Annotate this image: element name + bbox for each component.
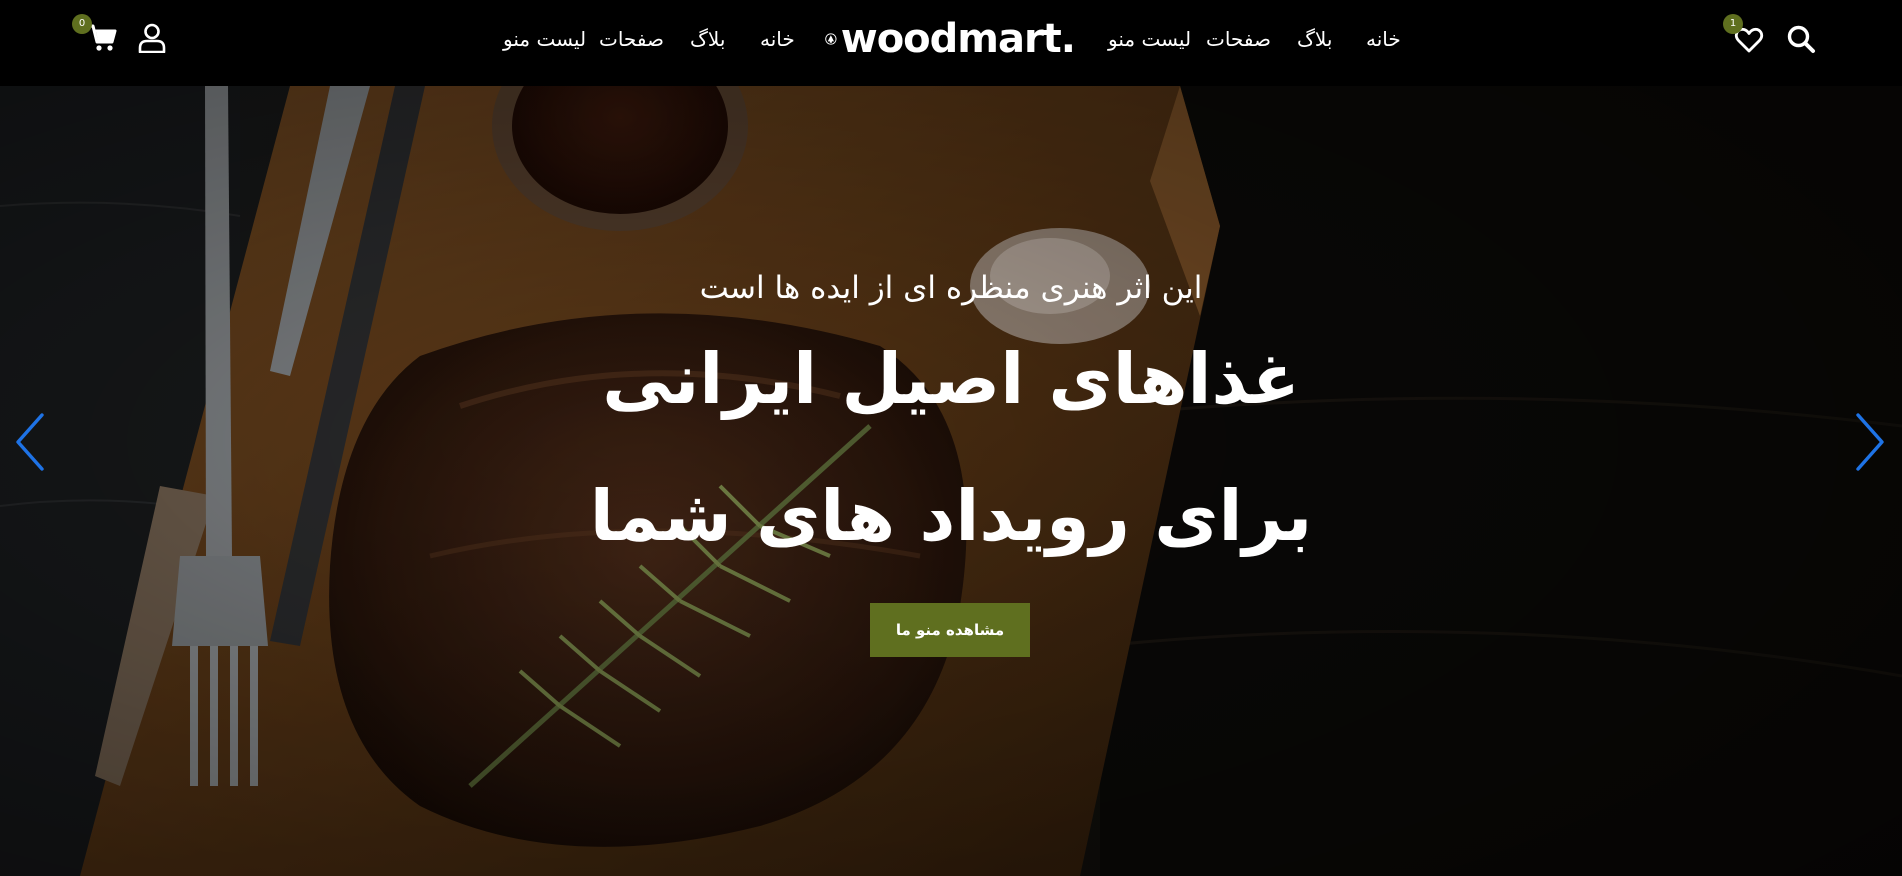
logo-text: woodmart. [840,16,1076,62]
nav-item-menu-list[interactable]: لیست منو [503,27,586,51]
nav-item-menu-list-2[interactable]: لیست منو [1108,27,1191,51]
nav-item-home-2[interactable]: خانه [1366,27,1401,51]
cart-count-badge: 0 [72,14,92,34]
nav-item-home[interactable]: خانه [760,27,795,51]
account-button[interactable] [134,20,170,56]
site-logo[interactable]: woodmart. [825,14,1076,64]
nav-item-blog-2[interactable]: بلاگ [1297,27,1332,51]
user-icon [138,23,166,53]
nav-item-pages[interactable]: صفحات [599,27,664,51]
nav-item-blog[interactable]: بلاگ [690,27,725,51]
hero-title-line1: غذاهای اصیل ایرانی [602,338,1300,420]
site-header: 0 لیست منو صفحات بلاگ خانه woodmart. لیس… [0,0,1902,86]
view-menu-button[interactable]: مشاهده منو ما [870,603,1030,657]
hero-title-line2: برای رویداد های شما [589,475,1313,557]
chevron-left-icon[interactable] [12,411,48,473]
hero-subtitle: این اثر هنری منظره ای از ایده ها است [699,270,1203,306]
wishlist-count-badge: 1 [1723,14,1743,34]
logo-mark-icon [825,33,837,45]
chevron-right-icon[interactable] [1852,411,1888,473]
nav-item-pages-2[interactable]: صفحات [1206,27,1271,51]
search-icon [1787,25,1815,53]
search-button[interactable] [1783,21,1819,57]
hero-slider: این اثر هنری منظره ای از ایده ها است غذا… [0,86,1902,876]
